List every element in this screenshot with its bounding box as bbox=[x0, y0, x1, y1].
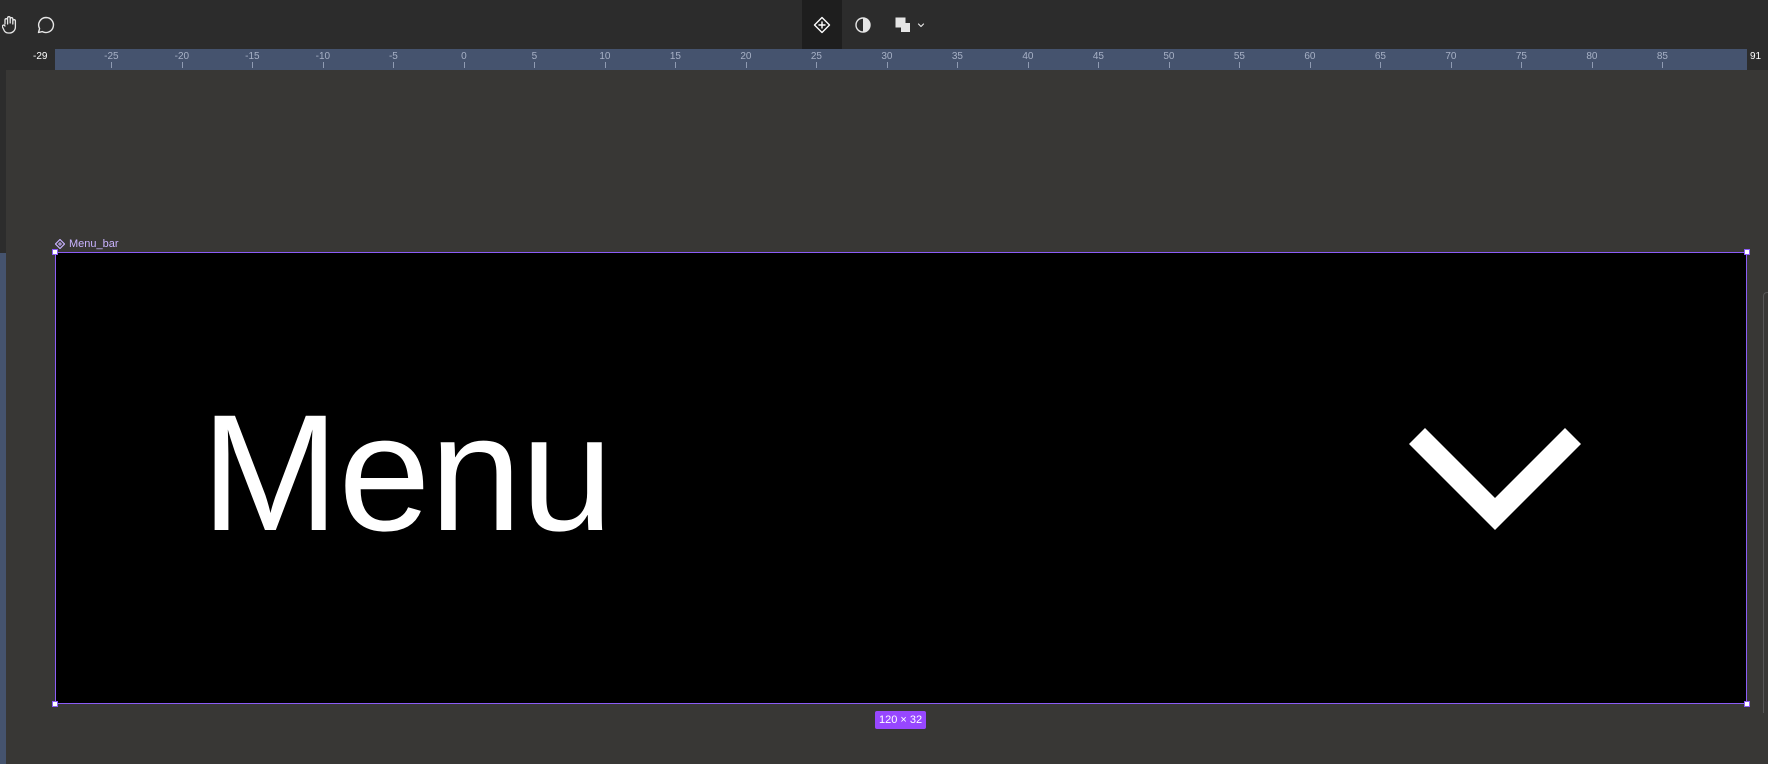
ruler-tick bbox=[675, 62, 677, 68]
ruler-tick bbox=[181, 62, 183, 68]
ruler-tick-label: 20 bbox=[740, 51, 752, 62]
ruler-end-label: 91 bbox=[1750, 51, 1762, 62]
ruler-tick bbox=[1239, 62, 1241, 68]
vertical-ruler-selection-band bbox=[0, 253, 6, 764]
ruler-tick-label: 85 bbox=[1656, 51, 1668, 62]
design-canvas-app: -29 -25 -20 -15 -10 -5 0 5 10 15 20 25 30 35 40 45 50 55… bbox=[0, 0, 1768, 764]
ruler-tick-label: 50 bbox=[1163, 51, 1175, 62]
ruler-tick-label: -15 bbox=[245, 51, 260, 62]
frame-name-label[interactable]: Menu_bar bbox=[55, 237, 119, 251]
ruler-tick-label: 45 bbox=[1092, 51, 1104, 62]
ruler-tick-label: -20 bbox=[174, 51, 190, 62]
ruler-tick-label: -5 bbox=[388, 51, 398, 62]
frame-name: Menu_bar bbox=[69, 238, 119, 250]
ruler-tick-label: 10 bbox=[599, 51, 611, 62]
ruler-tick bbox=[1662, 62, 1664, 68]
ruler-tick-label: -25 bbox=[104, 51, 119, 62]
ruler-tick bbox=[1168, 62, 1170, 68]
ruler-tick bbox=[1450, 62, 1452, 68]
ruler-tick bbox=[1521, 62, 1523, 68]
resize-handle-bottom-left[interactable] bbox=[52, 701, 58, 707]
ruler-tick-label: 15 bbox=[669, 51, 681, 62]
ruler-tick bbox=[1380, 62, 1382, 68]
ruler-tick bbox=[1309, 62, 1311, 68]
chevron-down-icon bbox=[917, 22, 925, 27]
vertical-ruler bbox=[0, 70, 6, 764]
ruler-tick bbox=[745, 62, 747, 68]
ruler-tick bbox=[252, 62, 254, 68]
top-toolbar bbox=[0, 0, 1768, 50]
contrast-button[interactable] bbox=[848, 0, 878, 49]
comment-icon bbox=[37, 16, 55, 33]
menu-text[interactable]: Menu bbox=[201, 391, 613, 557]
hand-icon bbox=[2, 15, 17, 34]
ruler-tick-label: 5 bbox=[531, 51, 538, 62]
canvas-scrollbar[interactable] bbox=[1763, 292, 1768, 713]
ruler-tick-label: 70 bbox=[1445, 51, 1457, 62]
boolean-union-icon bbox=[895, 17, 910, 32]
ruler-tick-label: 35 bbox=[951, 51, 963, 62]
ruler-tick bbox=[1027, 62, 1029, 68]
ruler-tick bbox=[463, 62, 465, 68]
horizontal-ruler: -29 -25 -20 -15 -10 -5 0 5 10 15 20 25 30 35 40 45 50 55… bbox=[0, 49, 1768, 70]
ruler-tick bbox=[816, 62, 818, 68]
component-icon bbox=[813, 16, 831, 33]
menu-bar-frame[interactable]: Menu bbox=[55, 252, 1747, 704]
ruler-tick-label: 55 bbox=[1233, 51, 1245, 62]
ruler-tick-label: 25 bbox=[810, 51, 822, 62]
ruler-tick-label: 40 bbox=[1022, 51, 1034, 62]
ruler-tick-label: 60 bbox=[1304, 51, 1316, 62]
size-badge: 120 × 32 bbox=[875, 711, 927, 729]
ruler-tick bbox=[604, 62, 606, 68]
resize-handle-bottom-right[interactable] bbox=[1744, 701, 1750, 707]
ruler-tick bbox=[1098, 62, 1100, 68]
ruler-tick bbox=[886, 62, 888, 68]
ruler-tick bbox=[957, 62, 959, 68]
ruler-selection-band: -25 -20 -15 -10 -5 0 5 10 15 20 25 30 35 40 45 50 55 60 65… bbox=[55, 49, 1747, 70]
ruler-tick-label: 75 bbox=[1515, 51, 1527, 62]
contrast-icon bbox=[855, 16, 871, 33]
ruler-tick-label: 65 bbox=[1374, 51, 1386, 62]
ruler-tick bbox=[534, 62, 536, 68]
ruler-start-label: -29 bbox=[33, 51, 48, 62]
hand-tool-button[interactable] bbox=[0, 0, 20, 49]
boolean-operations-dropdown[interactable] bbox=[890, 0, 930, 49]
ruler-tick-label: 0 bbox=[461, 51, 467, 62]
resize-handle-top-right[interactable] bbox=[1744, 249, 1750, 255]
ruler-tick-label: 30 bbox=[881, 51, 893, 62]
ruler-tick bbox=[1591, 62, 1593, 68]
ruler-tick bbox=[393, 62, 395, 68]
resize-handle-top-left[interactable] bbox=[52, 249, 58, 255]
component-mode-button[interactable] bbox=[802, 0, 842, 49]
ruler-tick-label: -10 bbox=[315, 51, 331, 62]
chevron-down-icon[interactable] bbox=[1409, 428, 1581, 540]
ruler-tick bbox=[111, 62, 113, 68]
comment-tool-button[interactable] bbox=[32, 0, 60, 49]
component-icon bbox=[55, 239, 65, 249]
ruler-tick-label: 80 bbox=[1586, 51, 1598, 62]
ruler-tick bbox=[322, 62, 324, 68]
